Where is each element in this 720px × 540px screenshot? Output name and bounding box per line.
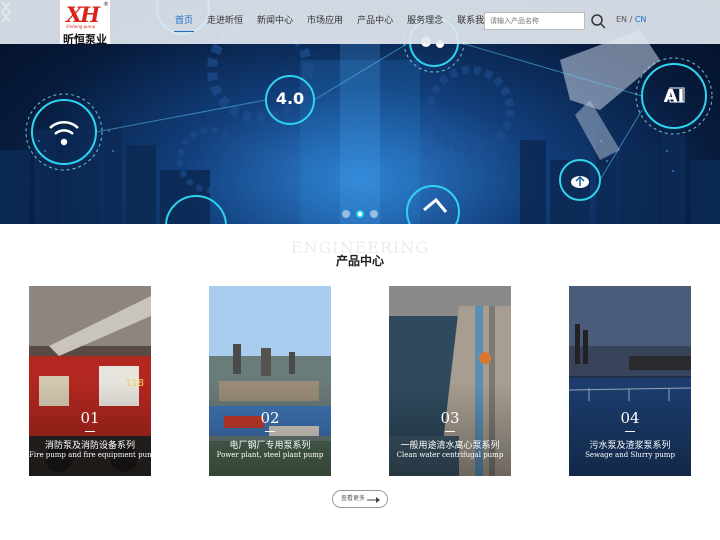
nav-item-products[interactable]: 产品中心: [350, 0, 400, 44]
card-divider: [625, 431, 635, 432]
lang-cn-link[interactable]: CN: [635, 15, 647, 24]
cloud-upload-icon: [571, 175, 589, 188]
nav-item-news[interactable]: 新闻中心: [250, 0, 300, 44]
nav-item-markets[interactable]: 市场应用: [300, 0, 350, 44]
carousel-dot-active[interactable]: [356, 210, 364, 218]
arrow-right-icon: [367, 497, 380, 503]
nav-item-home[interactable]: 首页: [168, 0, 200, 44]
nav-item-about[interactable]: 走进昕恒: [200, 0, 250, 44]
card-divider: [85, 431, 95, 432]
logo[interactable]: XH ® Xinheng pump 昕恒泵业: [60, 0, 110, 46]
card-title: 污水泵及渣浆泵系列: [589, 441, 671, 451]
card-title: 消防泵及消防设备系列: [44, 441, 135, 451]
card-subtitle: Power plant, steel plant pump: [216, 451, 324, 459]
card-subtitle: Sewage and Slurry pump: [585, 451, 675, 459]
page: 4.0 AI XH ® Xinheng pump 昕恒泵业 首页 走进昕恒 新闻…: [0, 0, 720, 540]
logo-registered-mark: ®: [103, 1, 109, 8]
carousel-dot[interactable]: [370, 210, 378, 218]
card-title: 一般用途清水离心泵系列: [400, 441, 500, 451]
card-number: 01: [80, 409, 100, 427]
view-more-button[interactable]: 查看更多: [332, 490, 388, 508]
card-number: 02: [260, 409, 280, 427]
carousel-dot[interactable]: [342, 210, 350, 218]
nav-item-service[interactable]: 服务理念: [400, 0, 450, 44]
lang-en-link[interactable]: EN: [616, 15, 627, 24]
robot-arm-icon: [423, 197, 448, 213]
logo-company-name: 昕恒泵业: [63, 33, 107, 46]
card-subtitle: Fire pump and fire equipment pump: [29, 451, 151, 459]
card-subtitle: Clean water centrifugal pump: [396, 451, 504, 459]
card-title: 电厂钢厂专用泵系列: [229, 441, 311, 451]
logo-subtitle: Xinheng pump: [66, 24, 96, 29]
product-card-power-plant-pump[interactable]: 02 电厂钢厂专用泵系列 Power plant, steel plant pu…: [209, 286, 331, 476]
search-icon[interactable]: [590, 12, 606, 30]
language-switcher: EN / CN: [616, 15, 646, 24]
site-header: XH ® Xinheng pump 昕恒泵业 首页 走进昕恒 新闻中心 市场应用…: [0, 0, 720, 46]
ai-badge: AI: [663, 86, 685, 107]
product-card-sewage-pump[interactable]: 04 污水泵及渣浆泵系列 Sewage and Slurry pump: [569, 286, 691, 476]
product-card-fire-pump[interactable]: 118 01 消防泵及消防设备系列 Fire pump and fire equ…: [29, 286, 151, 476]
search-input[interactable]: [484, 12, 585, 30]
card-number: 04: [620, 409, 640, 427]
product-card-clean-water-pump[interactable]: 03 一般用途清水离心泵系列 Clean water centrifugal p…: [389, 286, 511, 476]
view-more-label: 查看更多: [341, 495, 366, 502]
main-nav: 首页 走进昕恒 新闻中心 市场应用 产品中心 服务理念 联系我们: [168, 0, 500, 44]
card-divider: [265, 431, 275, 432]
industry-4-badge: 4.0: [275, 89, 305, 108]
section-title: 产品中心: [335, 254, 384, 268]
lang-separator: /: [629, 15, 633, 24]
card-number: 03: [440, 409, 460, 427]
card-divider: [445, 431, 455, 432]
